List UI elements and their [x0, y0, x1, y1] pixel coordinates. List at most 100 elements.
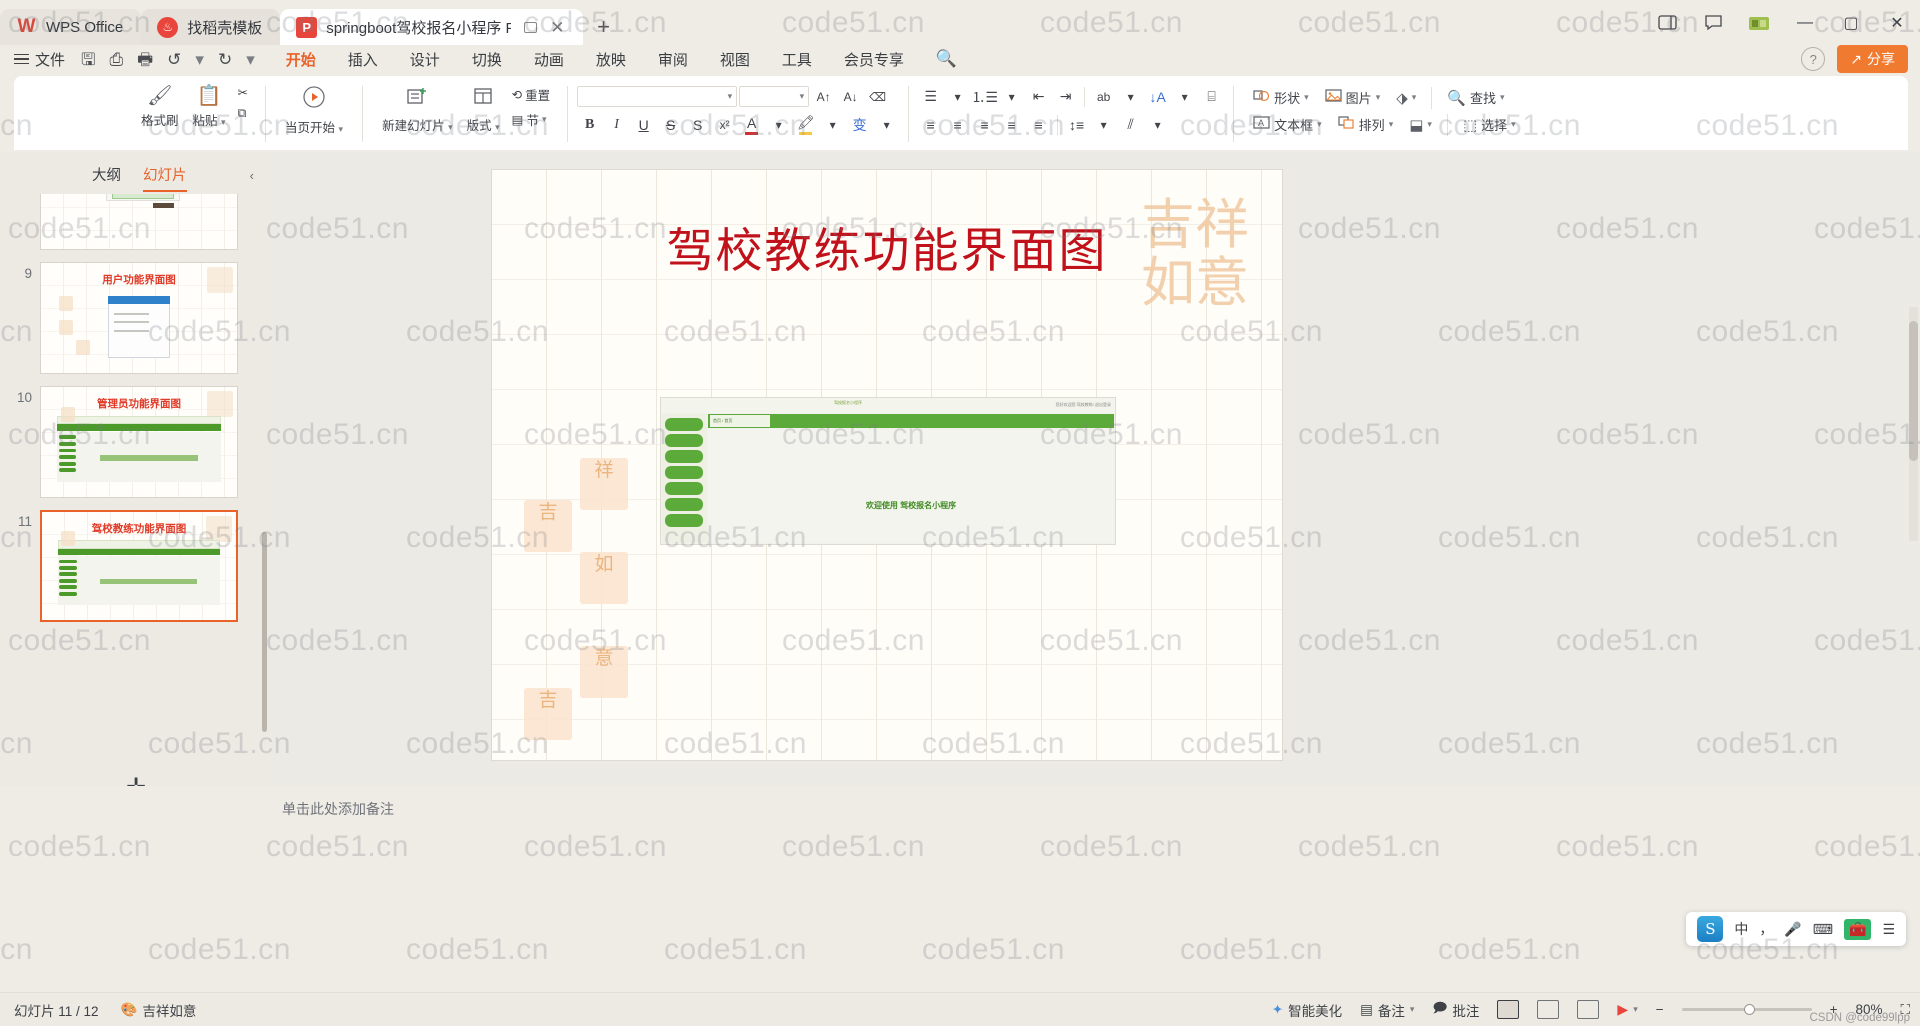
line-spacing-button[interactable]: ↕≡	[1064, 113, 1089, 136]
ime-punctuation-label[interactable]: ，	[1759, 919, 1773, 939]
maximize-button[interactable]: ▢	[1828, 0, 1874, 45]
line-spacing-caret[interactable]: ▾	[1091, 113, 1116, 136]
shrink-font-button[interactable]: A↓	[838, 85, 863, 108]
distribute-button[interactable]: ≡	[1026, 113, 1051, 136]
highlight-button[interactable]: 🖍	[793, 113, 818, 136]
list-item[interactable]: 9 用户功能界面图	[0, 256, 262, 380]
numbering-button[interactable]: ⒈☰	[971, 85, 998, 108]
ribbon-tab-animation[interactable]: 动画	[533, 47, 565, 72]
cut-button[interactable]: ✂	[233, 83, 253, 102]
redo-icon[interactable]: ↻	[218, 51, 232, 68]
paste-button[interactable]: 📋 粘贴 ▾	[186, 80, 233, 129]
ribbon-tab-insert[interactable]: 插入	[347, 47, 379, 72]
sort-caret[interactable]: ▾	[1172, 85, 1197, 108]
numbering-caret[interactable]: ▾	[999, 85, 1024, 108]
slide-screenshot-image[interactable]: 驾校报名小程序 您好欢迎您 驾校教练! 退出登录 首页 / 首页 欢迎使用 驾校…	[660, 397, 1116, 545]
reset-button[interactable]: ⟲ 重置	[507, 83, 556, 106]
bullets-button[interactable]: ☰	[918, 85, 943, 108]
ribbon-tab-design[interactable]: 设计	[409, 47, 441, 72]
zoom-slider-knob[interactable]	[1743, 1004, 1755, 1015]
comment-icon[interactable]	[1690, 0, 1736, 45]
bullets-caret[interactable]: ▾	[945, 85, 970, 108]
columns-button[interactable]: ⫽	[1118, 113, 1143, 136]
current-slide[interactable]: 驾校教练功能界面图 吉祥 如意 吉 祥 如 意 吉 驾校报名小程序 您好欢迎您 驾…	[492, 170, 1282, 760]
notes-pane[interactable]: 单击此处添加备注	[270, 786, 1920, 831]
tab-restore-icon[interactable]	[524, 21, 538, 33]
ime-mode-label[interactable]: 中	[1734, 919, 1748, 939]
canvas-scrollbar[interactable]	[1909, 307, 1918, 541]
align-right-button[interactable]: ≡	[972, 113, 997, 136]
stamp-button[interactable]: ⬗ ▾	[1389, 85, 1423, 111]
app-tab-presentation[interactable]: P springboot驾校报名小程序 P ✕	[280, 9, 583, 45]
chevron-down-icon[interactable]: ▾	[1410, 1004, 1415, 1015]
slide-thumbnail-list[interactable]: 9 用户功能界面图 10 管理员功能界面图 11 驾校教练功能界面图	[0, 194, 262, 786]
font-color-button[interactable]: A	[739, 113, 764, 136]
increase-indent-button[interactable]: ⇥	[1053, 85, 1078, 108]
file-menu-button[interactable]: 文件	[0, 49, 65, 70]
shadow-button[interactable]: S	[685, 113, 710, 136]
slide-thumbnail-selected[interactable]: 驾校教练功能界面图	[40, 510, 238, 622]
textbox-button[interactable]: A 文本框 ▾	[1246, 111, 1329, 138]
save-icon[interactable]: 🖫	[81, 51, 95, 68]
menu-icon[interactable]: ☰	[1882, 921, 1895, 938]
ribbon-tab-view[interactable]: 视图	[719, 47, 751, 72]
list-item[interactable]	[0, 194, 262, 256]
toolbox-icon[interactable]: 🧰	[1844, 918, 1872, 940]
view-normal-button[interactable]	[1497, 1000, 1520, 1019]
char-effect-button[interactable]: 变	[847, 113, 872, 136]
slide-thumbnail[interactable]: 用户功能界面图	[40, 262, 238, 374]
font-color-caret[interactable]: ▾	[766, 113, 791, 136]
ribbon-tab-review[interactable]: 审阅	[657, 47, 689, 72]
app-tab-docer-template[interactable]: ♨ 找稻壳模板	[141, 9, 281, 45]
new-tab-button[interactable]: +	[589, 12, 619, 42]
comment-button[interactable]: 🗩 批注	[1432, 998, 1479, 1021]
undo-caret-icon[interactable]: ▾	[195, 51, 204, 68]
view-reading-button[interactable]	[1577, 1000, 1600, 1019]
help-icon[interactable]: ?	[1801, 47, 1826, 71]
chevron-down-icon[interactable]: ▾	[1633, 1004, 1638, 1015]
apps-icon[interactable]	[1736, 0, 1782, 45]
panel-tab-outline[interactable]: 大纲	[92, 164, 121, 192]
ribbon-tab-tools[interactable]: 工具	[781, 47, 813, 72]
sidebar-toggle-icon[interactable]	[1644, 0, 1690, 45]
strikethrough-button[interactable]: S	[658, 113, 683, 136]
panel-tab-slides[interactable]: 幻灯片	[143, 164, 187, 192]
zoom-out-button[interactable]: −	[1656, 1002, 1664, 1017]
slide-thumbnail[interactable]: 管理员功能界面图	[40, 386, 238, 498]
ribbon-tab-transition[interactable]: 切换	[471, 47, 503, 72]
superscript-button[interactable]: x²	[712, 113, 737, 136]
picture-button[interactable]: 图片 ▾	[1318, 84, 1388, 111]
grow-font-button[interactable]: A↑	[811, 85, 836, 108]
sort-button[interactable]: ↓A	[1145, 85, 1170, 108]
start-slideshow-button[interactable]: ▶ ▾	[1617, 1001, 1637, 1018]
close-button[interactable]: ✕	[1874, 0, 1920, 45]
search-icon[interactable]: 🔍	[935, 47, 958, 71]
print-icon[interactable]: ⎙	[110, 51, 124, 68]
list-item[interactable]: 11 驾校教练功能界面图	[0, 504, 262, 628]
panel-scrollbar-thumb[interactable]	[262, 532, 267, 732]
text-direction-button[interactable]: ab	[1091, 85, 1116, 108]
decrease-indent-button[interactable]: ⇤	[1026, 85, 1051, 108]
font-size-input[interactable]: ▾	[739, 86, 810, 107]
bold-button[interactable]: B	[577, 113, 602, 136]
ime-logo-icon[interactable]: S	[1697, 916, 1724, 942]
arrange-button[interactable]: 排列 ▾	[1331, 111, 1401, 138]
clear-format-button[interactable]: ⌫	[865, 85, 890, 108]
ime-toolbar[interactable]: S 中 ， 🎤 ⌨ 🧰 ☰	[1686, 912, 1906, 946]
more-object-button[interactable]: ⬓ ▾	[1402, 112, 1439, 138]
notes-button[interactable]: ▤ 备注 ▾	[1360, 1000, 1414, 1020]
chevron-left-icon[interactable]: ‹	[250, 168, 254, 183]
keyboard-icon[interactable]: ⌨	[1813, 921, 1833, 938]
undo-icon[interactable]: ↺	[167, 51, 181, 68]
start-from-current-button[interactable]: 当页开始 ▾	[278, 80, 350, 136]
share-button[interactable]: ↗ 分享	[1837, 45, 1908, 73]
justify-button[interactable]: ≡	[999, 113, 1024, 136]
slide-thumbnail[interactable]	[40, 194, 238, 250]
minimize-button[interactable]: —	[1782, 0, 1828, 45]
char-effect-caret[interactable]: ▾	[874, 113, 899, 136]
ribbon-tab-member[interactable]: 会员专享	[843, 47, 905, 72]
align-left-button[interactable]: ≡	[918, 113, 943, 136]
font-name-input[interactable]: ▾	[577, 86, 738, 107]
underline-button[interactable]: U	[631, 113, 656, 136]
new-slide-button[interactable]: 新建幻灯片 ▾	[375, 80, 460, 134]
